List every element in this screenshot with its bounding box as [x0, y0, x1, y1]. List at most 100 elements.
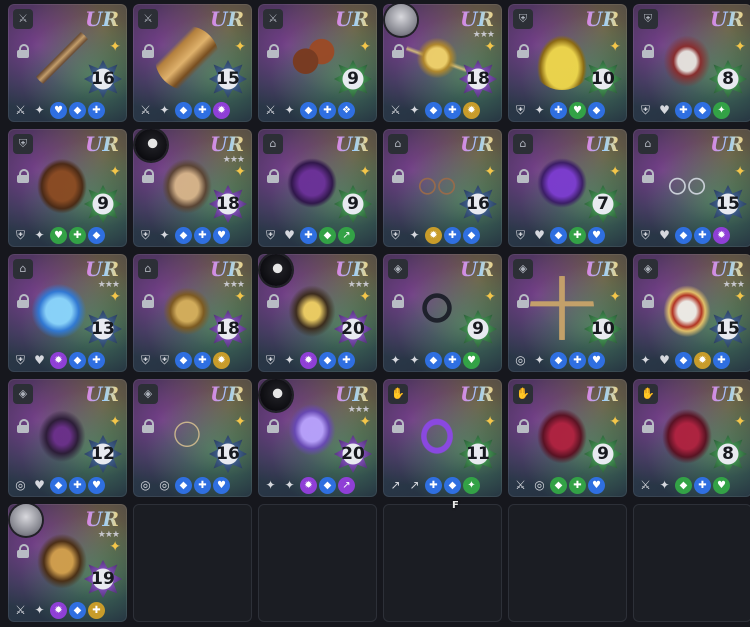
stat-icon: ✚ [69, 226, 86, 244]
equipment-card[interactable]: ⚔ UR ✦ 15 ⚔ ✦ ◆ ✚ ✹ [133, 4, 252, 122]
stat-icon: ◎ [15, 477, 26, 492]
lock-icon[interactable] [141, 44, 155, 58]
equipped-hero-avatar[interactable] [260, 379, 292, 411]
lock-icon[interactable] [516, 294, 530, 308]
stat-icon: ⛨ [265, 352, 275, 367]
equipment-card[interactable]: ⌂ UR ✦ 15 ⛨ ♥ ◆ ✚ ✹ [633, 129, 750, 247]
lock-icon[interactable] [391, 294, 405, 308]
empty-slot[interactable] [383, 504, 502, 622]
stat-icon: ♥ [713, 476, 730, 494]
equipment-card[interactable]: ✋ UR ✦ 8 ⚔ ✦ ◆ ✚ ♥ [633, 379, 750, 497]
stat-row: ⛨ ♥ ◆ ✚ ♥ [512, 226, 623, 244]
stat-row: ⛨ ✦ ✹ ✚ ◆ [387, 226, 498, 244]
lock-icon[interactable] [141, 294, 155, 308]
lock-icon[interactable] [266, 419, 280, 433]
lock-icon[interactable] [516, 169, 530, 183]
lock-icon[interactable] [516, 419, 530, 433]
lock-icon[interactable] [16, 44, 30, 58]
equipment-card[interactable]: ✋ UR ✦ 11 ↗ ↗ ✚ ◆ ✦ [383, 379, 502, 497]
equipment-card[interactable]: ⛨ UR ✦ 8 ⛨ ♥ ✚ ◆ ✦ [633, 4, 750, 122]
equipment-card[interactable]: ⛨ UR ✦ 10 ⛨ ✦ ✚ ♥ ◆ [508, 4, 627, 122]
stat-icon: ♥ [569, 101, 586, 119]
lock-icon[interactable] [391, 169, 405, 183]
equipment-card[interactable]: ⌂ UR ★★★ ✦ 13 ⛨ ♥ ✹ ◆ ✚ [8, 254, 127, 372]
stat-icon: ✦ [534, 352, 545, 367]
equipment-card[interactable]: UR ★★★ ✦ 18 ⚔ ✦ ◆ ✚ ✹ [383, 4, 502, 122]
stat-row: ⚔ ◎ ◆ ✚ ♥ [512, 476, 623, 494]
equipment-card[interactable]: ⛨ UR ✦ 9 ⛨ ✦ ♥ ✚ ◆ [8, 129, 127, 247]
stat-icon: ✚ [300, 226, 317, 244]
equipment-card[interactable]: UR ★★★ ✦ 20 ⛨ ✦ ✹ ◆ ✚ [258, 254, 377, 372]
equipment-card[interactable]: UR ★★★ ✦ 19 ⚔ ✦ ✹ ◆ ✚ [8, 504, 127, 622]
stat-icon: ◆ [88, 226, 105, 244]
stat-icon: ✚ [88, 351, 105, 369]
equipped-hero-avatar[interactable] [385, 4, 417, 36]
equipment-card[interactable]: ◈ UR ★★★ ✦ 15 ✦ ♥ ◆ ✹ ✚ [633, 254, 750, 372]
helmet-icon: ⌂ [638, 134, 658, 154]
grade-label: UR [334, 257, 369, 281]
equipment-card[interactable]: ◈ UR ✦ 10 ◎ ✦ ◆ ✚ ♥ [508, 254, 627, 372]
stat-icon: ✹ [694, 351, 711, 369]
level-number: 15 [716, 319, 740, 339]
lock-icon[interactable] [16, 419, 30, 433]
empty-slot[interactable] [633, 504, 750, 622]
stat-icon: ⛨ [159, 352, 169, 367]
empty-slot[interactable] [133, 504, 252, 622]
level-number: 18 [466, 69, 490, 89]
sword-icon: ⚔ [138, 9, 158, 29]
lock-icon[interactable] [641, 44, 655, 58]
level-number: 20 [341, 319, 365, 339]
equipment-card[interactable]: ◈ UR ✦ 9 ✦ ✦ ◆ ✚ ♥ [383, 254, 502, 372]
lock-icon[interactable] [391, 419, 405, 433]
stat-icon: ✹ [300, 476, 317, 494]
stat-icon: ⚔ [15, 102, 26, 117]
empty-slot[interactable] [258, 504, 377, 622]
lock-icon[interactable] [641, 294, 655, 308]
equipment-card[interactable]: ⚔ UR ✦ 16 ⚔ ✦ ♥ ◆ ✚ [8, 4, 127, 122]
lock-icon[interactable] [16, 294, 30, 308]
lock-icon[interactable] [266, 44, 280, 58]
equipment-card[interactable]: ◈ UR ✦ 12 ◎ ♥ ◆ ✚ ♥ [8, 379, 127, 497]
lock-icon[interactable] [641, 169, 655, 183]
equipped-hero-avatar[interactable] [260, 254, 292, 286]
stat-icon: ✚ [88, 101, 105, 119]
lock-icon[interactable] [266, 169, 280, 183]
equipment-card[interactable]: ◈ UR ✦ 16 ◎ ◎ ◆ ✚ ♥ [133, 379, 252, 497]
equipment-card[interactable]: ⌂ UR ✦ 9 ⛨ ♥ ✚ ◆ ↗ [258, 129, 377, 247]
equipment-card[interactable]: ✋ UR ✦ 9 ⚔ ◎ ◆ ✚ ♥ [508, 379, 627, 497]
lock-icon[interactable] [391, 44, 405, 58]
lock-icon[interactable] [641, 419, 655, 433]
grade-label: UR [334, 382, 369, 406]
equipment-card[interactable]: ⚔ UR ✦ 9 ⚔ ✦ ◆ ✚ ❖ [258, 4, 377, 122]
stat-icon: ↗ [390, 477, 401, 492]
equipped-hero-avatar[interactable] [10, 504, 42, 536]
lock-icon[interactable] [16, 544, 30, 558]
stat-icon: ✦ [159, 227, 170, 242]
lock-icon[interactable] [16, 169, 30, 183]
grade-label: UR [584, 257, 619, 281]
equipment-card[interactable]: ⌂ UR ✦ 7 ⛨ ♥ ◆ ✚ ♥ [508, 129, 627, 247]
equipped-hero-avatar[interactable] [135, 129, 167, 161]
armor-icon: ⛨ [513, 9, 533, 29]
stat-icon: ✦ [284, 477, 295, 492]
stat-icon: ◆ [300, 101, 317, 119]
stat-icon: ✚ [194, 476, 211, 494]
equipment-card[interactable]: ⌂ UR ✦ 16 ⛨ ✦ ✹ ✚ ◆ [383, 129, 502, 247]
glove-icon: ✋ [638, 384, 658, 404]
lock-icon[interactable] [141, 419, 155, 433]
equipment-card[interactable]: UR ★★★ ✦ 18 ⛨ ✦ ◆ ✚ ♥ [133, 129, 252, 247]
lock-icon[interactable] [516, 44, 530, 58]
glove-icon: ✋ [513, 384, 533, 404]
stat-icon: ⚔ [140, 102, 151, 117]
grade-label: UR [84, 507, 119, 531]
lock-icon[interactable] [141, 169, 155, 183]
lock-icon[interactable] [266, 294, 280, 308]
equipment-card[interactable]: ⌂ UR ★★★ ✦ 18 ⛨ ⛨ ◆ ✚ ✹ [133, 254, 252, 372]
equipment-card[interactable]: UR ★★★ ✦ 20 ✦ ✦ ✹ ◆ ↗ [258, 379, 377, 497]
stat-row: ⛨ ♥ ✚ ◆ ✦ [637, 101, 748, 119]
helmet-icon: ⌂ [138, 259, 158, 279]
stat-icon: ⛨ [265, 227, 275, 242]
armor-icon: ⛨ [13, 134, 33, 154]
stat-icon: ◆ [425, 351, 442, 369]
empty-slot[interactable] [508, 504, 627, 622]
